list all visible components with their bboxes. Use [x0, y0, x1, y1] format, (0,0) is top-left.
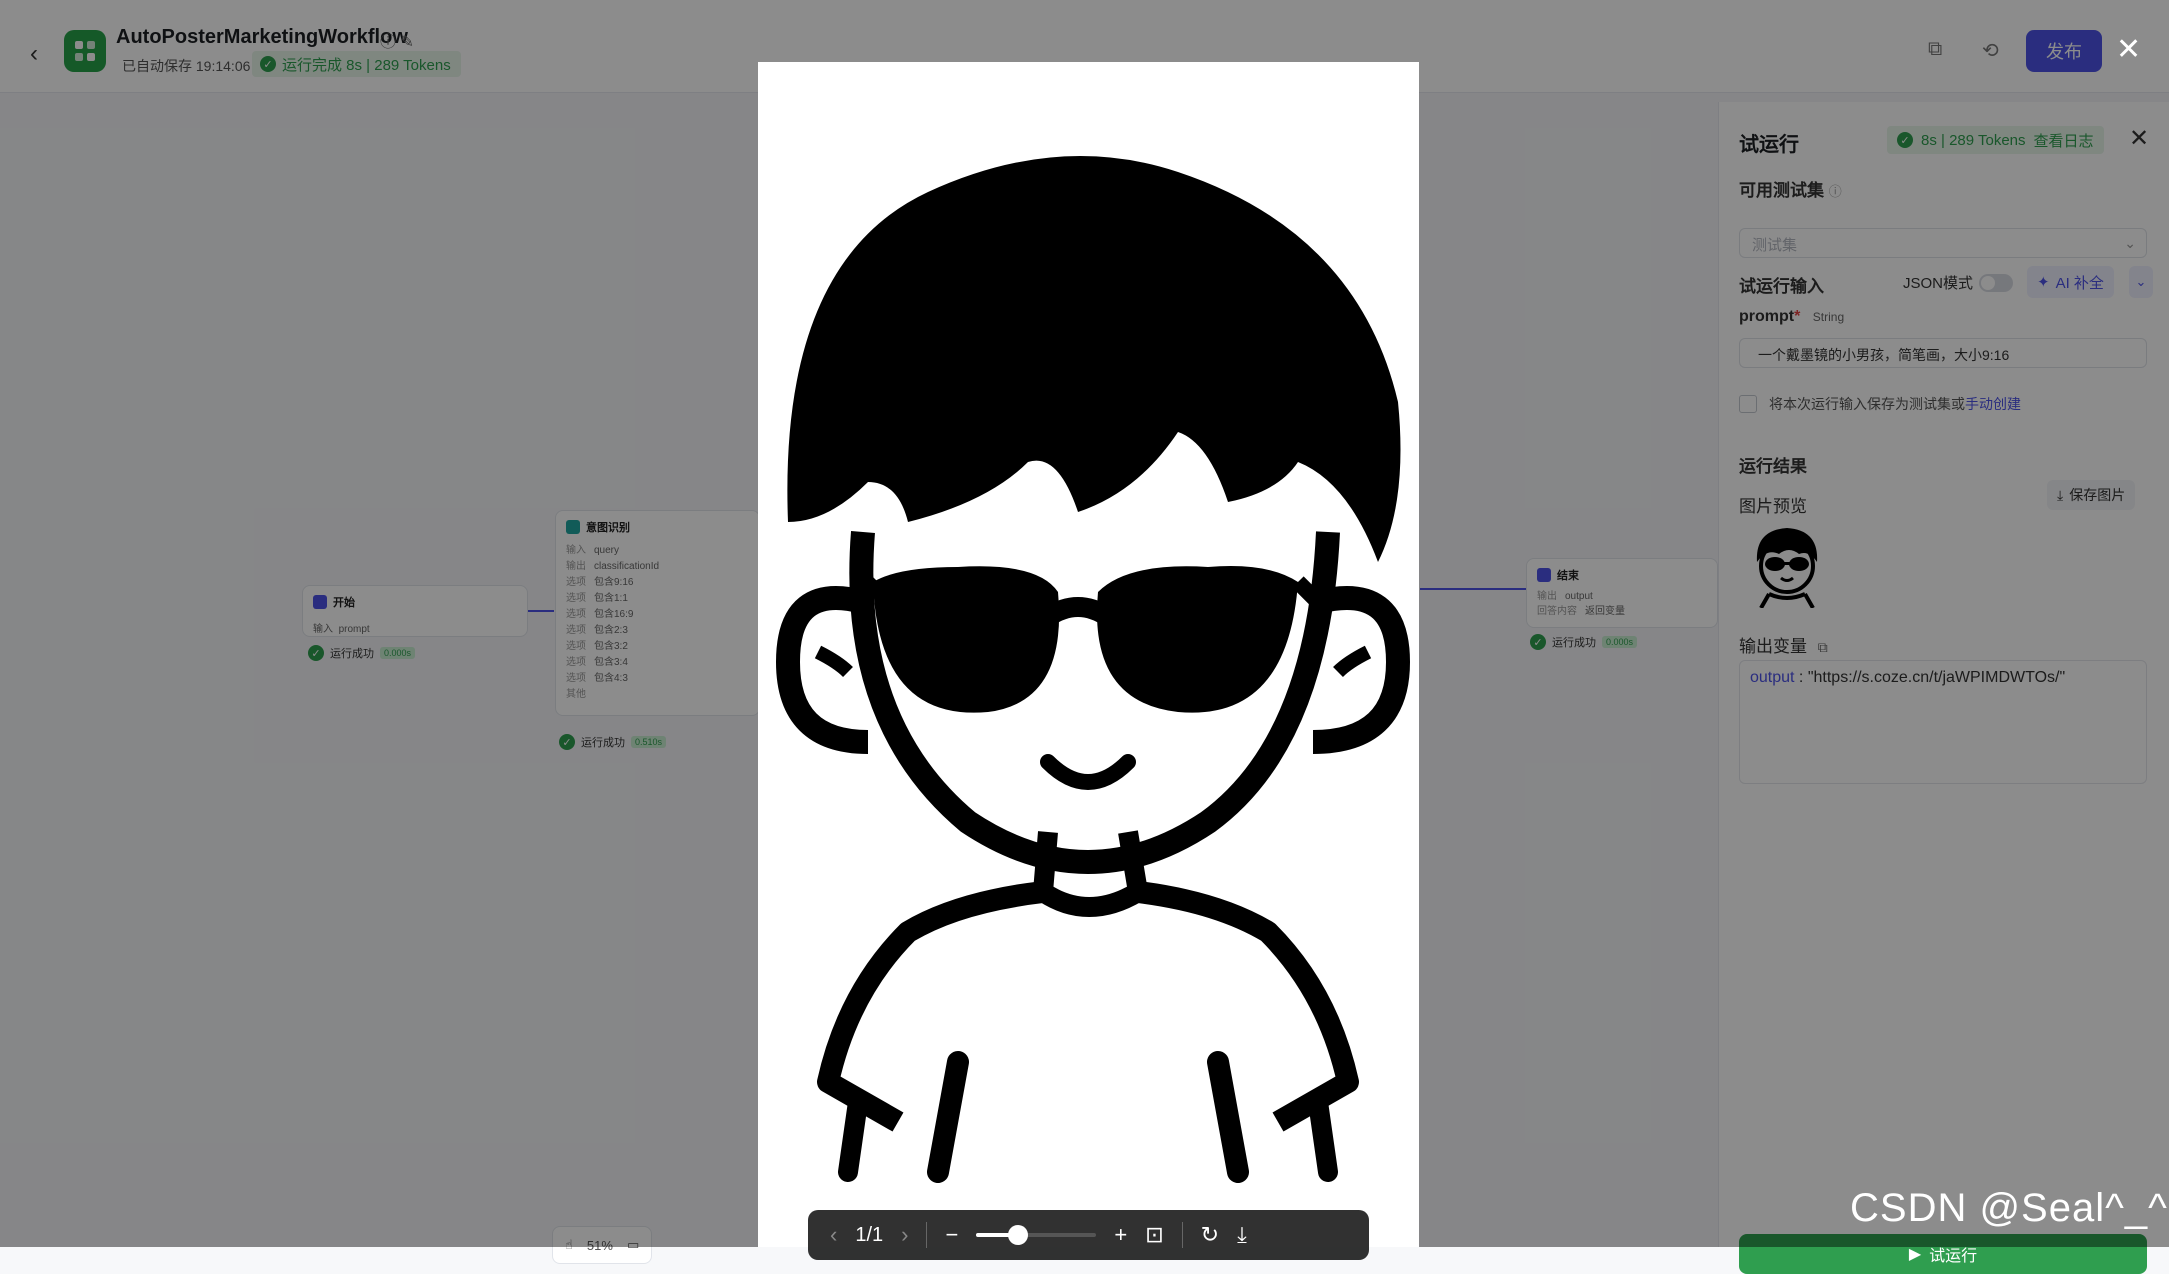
boy-with-sunglasses-image: [758, 62, 1419, 1247]
zoom-out-icon[interactable]: −: [945, 1222, 958, 1248]
viewer-image[interactable]: [758, 62, 1419, 1247]
page-indicator: 1/1: [855, 1223, 884, 1246]
download-icon[interactable]: ⤓: [1237, 1222, 1247, 1248]
next-icon[interactable]: ›: [901, 1222, 908, 1248]
close-icon[interactable]: ✕: [2116, 32, 2141, 67]
rotate-icon[interactable]: ↻: [1201, 1222, 1219, 1248]
zoom-slider[interactable]: [976, 1225, 1097, 1245]
watermark: CSDN @Seal^_^: [1850, 1186, 2168, 1230]
play-icon: ▶: [1908, 1246, 1922, 1263]
zoom-slider-handle[interactable]: [1008, 1225, 1029, 1245]
fit-screen-icon[interactable]: ⊡: [1145, 1222, 1163, 1248]
prev-icon[interactable]: ‹: [830, 1222, 837, 1248]
zoom-in-icon[interactable]: +: [1114, 1222, 1127, 1248]
viewer-toolbar: ‹ 1/1 › − + ⊡ ↻ ⤓: [808, 1210, 1369, 1260]
toolbar-divider: [1181, 1222, 1183, 1248]
toolbar-divider: [926, 1222, 928, 1248]
